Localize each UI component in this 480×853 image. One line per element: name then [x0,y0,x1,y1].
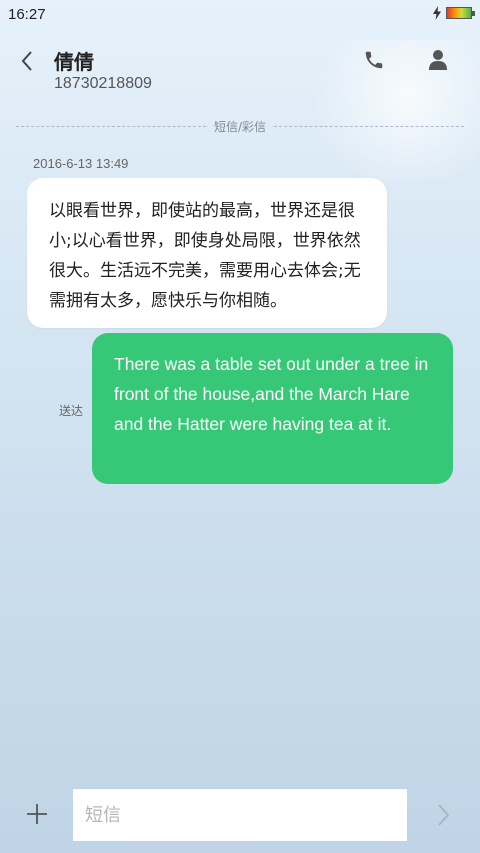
composer-bar [0,785,480,845]
contact-name: 倩倩 [54,50,94,74]
contact-profile-button[interactable] [424,46,452,74]
received-message-bubble[interactable]: 以眼看世界，即使站的最高，世界还是很小;以心看世界，即使身处局限，世界依然很大。… [27,178,387,328]
person-icon [429,50,447,70]
divider-label: 短信/彩信 [213,119,267,134]
call-button[interactable] [360,46,388,74]
divider-line-right [274,125,465,127]
plus-icon [27,804,47,824]
status-time: 16:27 [8,5,46,23]
send-chevron-icon [438,804,450,826]
divider-line-left [16,125,206,127]
message-timestamp: 2016-6-13 13:49 [33,156,129,171]
add-attachment-button[interactable] [24,801,50,827]
sent-message-bubble[interactable]: There was a table set out under a tree i… [92,333,453,484]
back-button[interactable] [12,46,42,76]
battery-icon [446,7,475,19]
status-bar: 16:27 [0,0,480,28]
message-type-divider: 短信/彩信 [16,118,465,134]
delivery-status: 送达 [59,404,84,418]
phone-icon [365,51,383,69]
back-chevron-icon [21,51,32,71]
contact-number: 18730218809 [54,75,152,92]
status-icons [432,6,475,20]
charging-bolt-icon [433,6,441,20]
message-input[interactable] [73,789,407,841]
conversation-header: 倩倩 18730218809 [0,40,480,100]
send-button[interactable] [432,801,454,829]
